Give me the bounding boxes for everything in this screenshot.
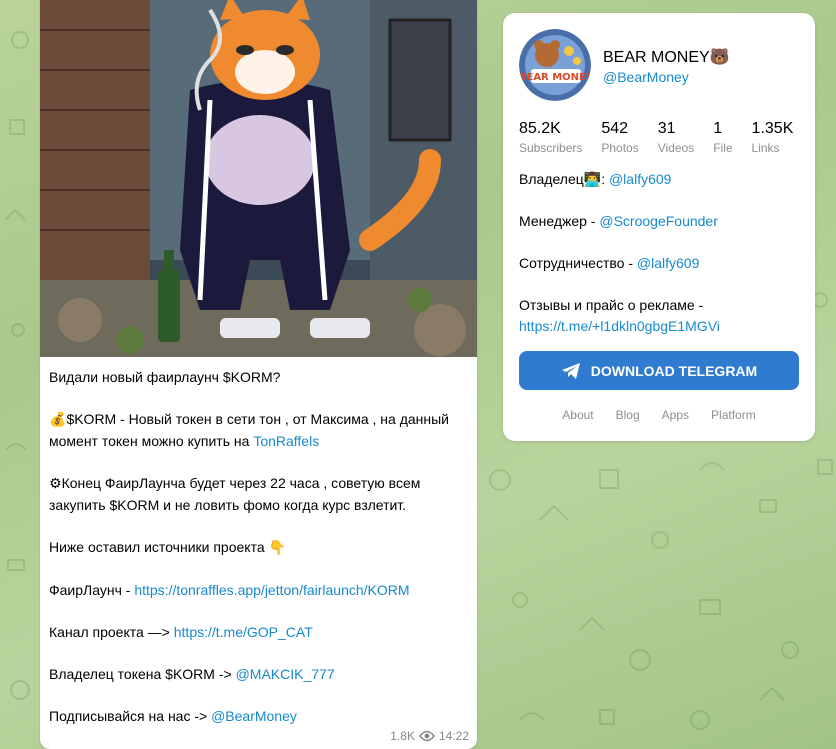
collab-link[interactable]: @lalfy609 [637, 255, 699, 271]
footer-about-link[interactable]: About [562, 408, 593, 422]
post-meta: 1.8K 14:22 [390, 729, 469, 743]
telegram-plane-icon [561, 362, 580, 379]
view-count: 1.8K [390, 729, 415, 743]
channel-title: BEAR MONEY🐻 [603, 49, 730, 66]
channel-description: Владелец👨‍💻: @lalfy609 Менеджер - @Scroo… [519, 169, 809, 358]
download-label: DOWNLOAD TELEGRAM [590, 362, 758, 379]
project-channel-link[interactable]: https://t.me/GOP_CAT [174, 624, 313, 640]
desc-manager: Менеджер - @ScroogeFounder [519, 213, 718, 229]
footer-apps-link[interactable]: Apps [662, 408, 689, 422]
money-bag-icon: 💰 [49, 412, 67, 428]
channel-handle[interactable]: @BearMoney [603, 69, 689, 85]
stat-value: 31 [657, 120, 676, 137]
post-line-8: Подписывайся на нас -> @BearMoney [49, 708, 297, 724]
stat-links: 1.35K Links [752, 119, 794, 156]
eye-icon [419, 730, 435, 742]
channel-post: Видали новый фаирлаунч $KORM? 💰$KORM - Н… [40, 0, 477, 749]
fairlaunch-link[interactable]: https://tonraffles.app/jetton/fairlaunch… [134, 582, 409, 598]
desc-reviews: Отзывы и прайс о рекламе - https://t.me/… [519, 295, 809, 337]
channel-avatar[interactable]: BEAR MONEY [519, 29, 591, 101]
post-text: Видали новый фаирлаунч $KORM? 💰$KORM - Н… [40, 357, 477, 727]
post-line-7: Владелец токена $KORM -> @MAKCIK_777 [49, 666, 335, 682]
post-line-5: ФаирЛаунч - https://tonraffles.app/jetto… [49, 582, 410, 598]
point-down-icon: 👇 [268, 540, 286, 556]
owner-link[interactable]: @lalfy609 [609, 171, 671, 187]
post-line-1: Видали новый фаирлаунч $KORM? [49, 369, 281, 385]
stat-label: File [713, 141, 733, 155]
desc-owner: Владелец👨‍💻: @lalfy609 [519, 171, 672, 187]
reviews-link[interactable]: https://t.me/+l1dkln0gbgE1MGVi [519, 316, 809, 337]
manager-link[interactable]: @ScroogeFounder [599, 213, 718, 229]
footer-links: About Blog Apps Platform [503, 408, 815, 422]
stat-value: 1.35K [751, 120, 794, 137]
post-line-6: Канал проекта —> https://t.me/GOP_CAT [49, 624, 313, 640]
footer-platform-link[interactable]: Platform [711, 408, 756, 422]
stat-subscribers: 85.2K Subscribers [519, 119, 582, 156]
stat-videos: 31 Videos [658, 119, 694, 156]
stat-label: Videos [657, 141, 695, 155]
channel-stats: 85.2K Subscribers 542 Photos 31 Videos 1… [519, 119, 809, 156]
gear-icon: ⚙ [49, 476, 62, 492]
post-line-2: 💰$KORM - Новый токен в сети тон , от Мак… [49, 411, 449, 449]
desc-collab: Сотрудничество - @lalfy609 [519, 255, 700, 271]
stat-label: Subscribers [519, 141, 583, 155]
avatar-logo-text: BEAR MONEY [519, 72, 591, 83]
stat-value: 85.2K [519, 120, 561, 137]
post-image[interactable] [40, 0, 477, 357]
stat-value: 542 [601, 120, 629, 137]
post-line-3: ⚙Конец ФаирЛаунча будет через 22 часа , … [49, 475, 421, 513]
stat-value: 1 [713, 120, 723, 137]
channel-info-card: BEAR MONEY BEAR MONEY🐻 @BearMoney 85.2K … [503, 13, 815, 441]
download-telegram-button[interactable]: DOWNLOAD TELEGRAM [519, 351, 799, 390]
stat-file: 1 File [713, 119, 732, 156]
token-owner-link[interactable]: @MAKCIK_777 [236, 666, 335, 682]
subscribe-link[interactable]: @BearMoney [211, 708, 297, 724]
tonraffels-link[interactable]: TonRaffels [253, 433, 319, 449]
post-line-4: Ниже оставил источники проекта 👇 [49, 539, 286, 556]
footer-blog-link[interactable]: Blog [616, 408, 640, 422]
stat-label: Links [751, 141, 780, 155]
stat-label: Photos [601, 141, 639, 155]
stat-photos: 542 Photos [601, 119, 638, 156]
post-time: 14:22 [438, 729, 469, 743]
